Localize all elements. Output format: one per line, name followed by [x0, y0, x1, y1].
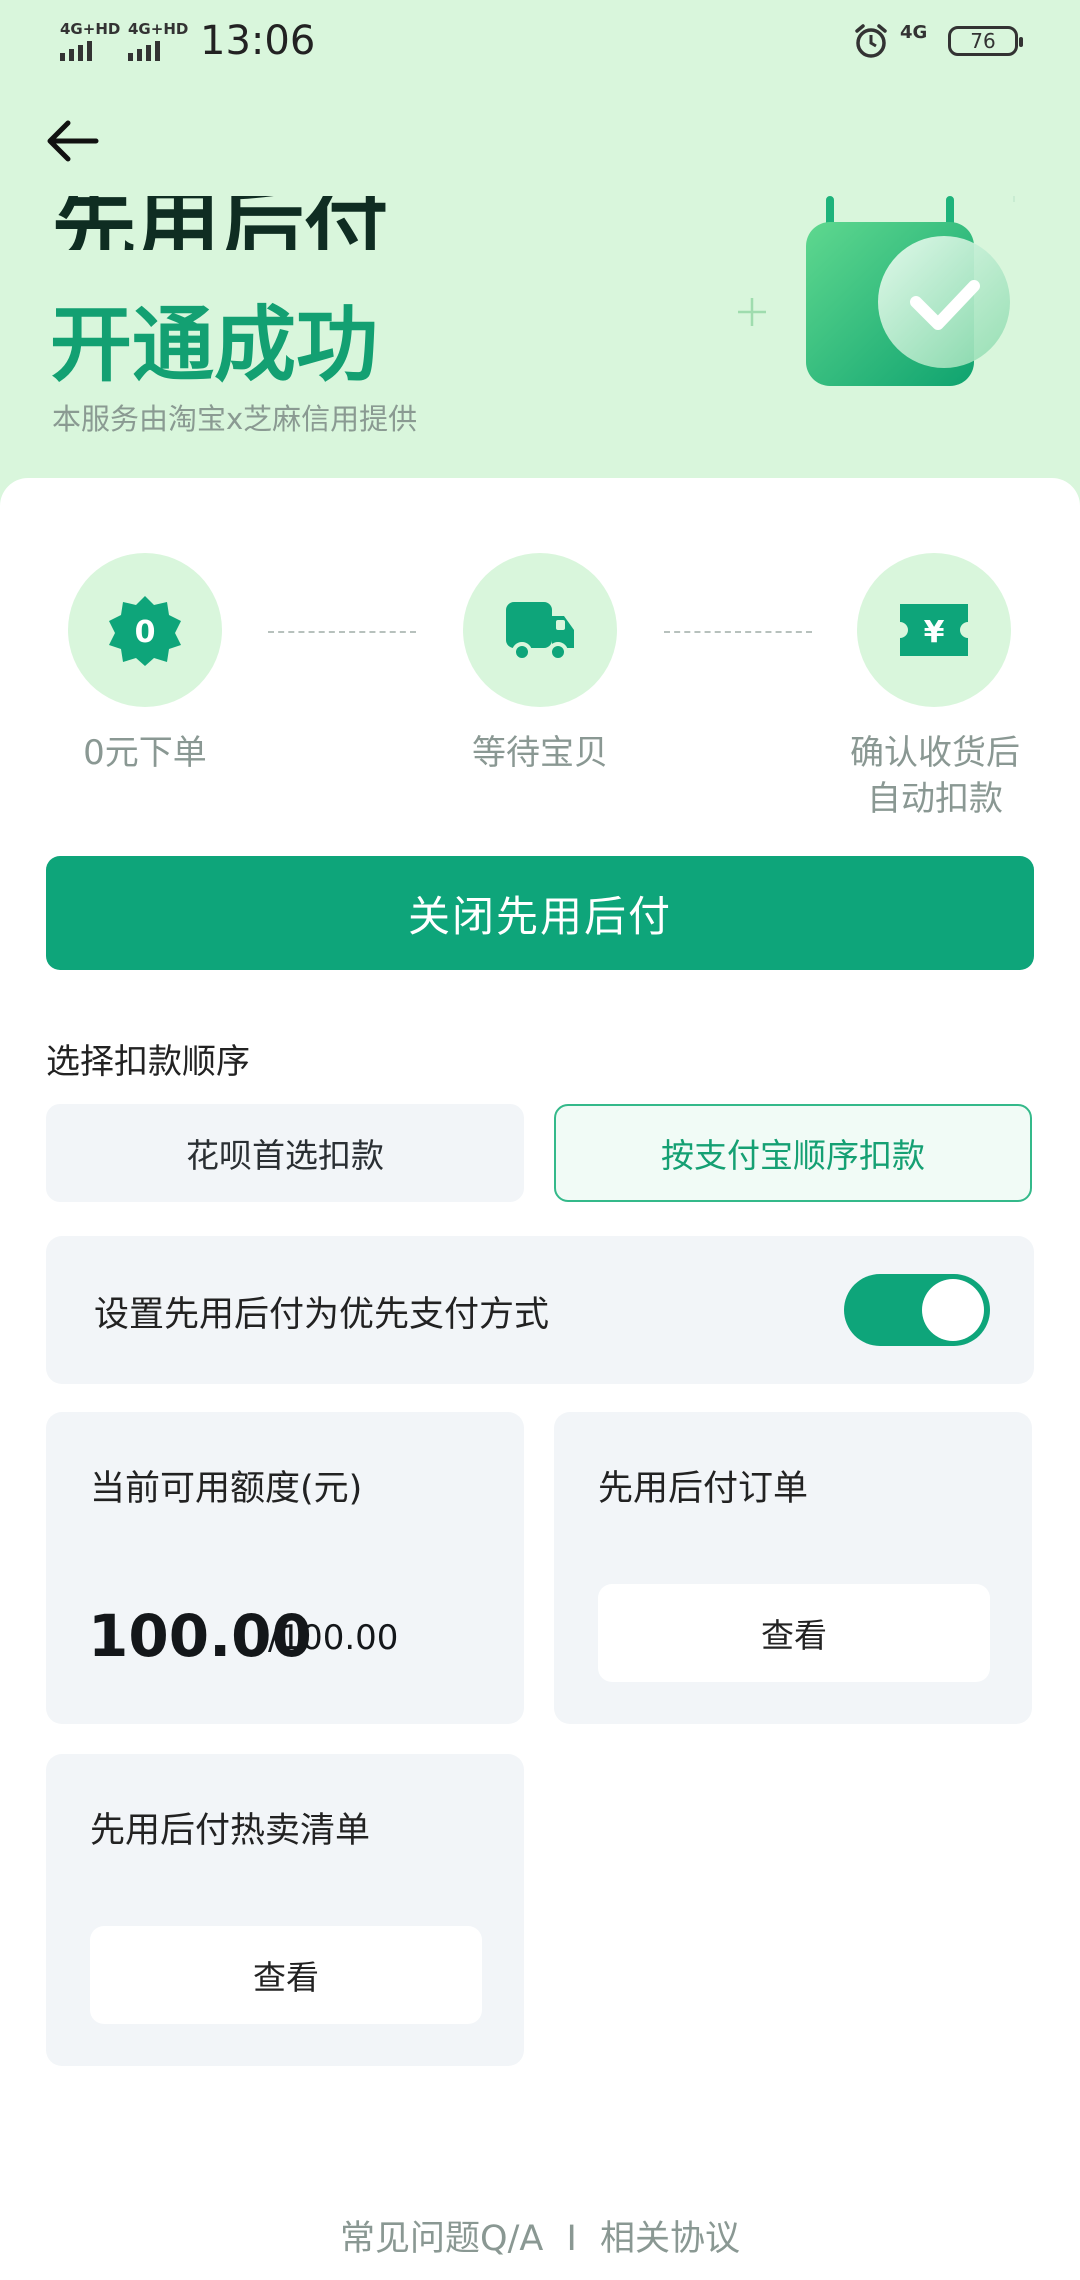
- step-connector-1: [268, 631, 416, 633]
- yuan-ticket-icon: ¥: [900, 604, 968, 656]
- battery-icon: 76: [948, 26, 1023, 56]
- page-title: 先用后付: [52, 196, 389, 250]
- signal-bars-icon: [60, 41, 120, 61]
- truck-icon: [506, 602, 574, 662]
- footer-separator: I: [566, 2219, 577, 2259]
- zero-badge-text: 0: [135, 615, 156, 650]
- hot-list-title: 先用后付热卖清单: [90, 1811, 371, 1851]
- signal-indicator-2: 4G+HD: [128, 20, 188, 61]
- huabei-first-option[interactable]: 花呗首选扣款: [46, 1104, 524, 1202]
- yuan-symbol: ¥: [924, 615, 945, 650]
- toggle-knob: [922, 1279, 984, 1341]
- step-connector-2: [664, 631, 812, 633]
- zero-badge-icon: 0: [109, 596, 181, 666]
- faq-link[interactable]: 常见问题Q/A: [340, 2219, 543, 2259]
- view-hot-list-button[interactable]: 查看: [90, 1926, 482, 2024]
- battery-level: 76: [970, 29, 996, 53]
- step-3-label-line2: 自动扣款: [867, 779, 1003, 819]
- alipay-order-option[interactable]: 按支付宝顺序扣款: [554, 1104, 1032, 1202]
- step-3-label-line1: 确认收货后: [850, 733, 1020, 773]
- view-orders-button[interactable]: 查看: [598, 1584, 990, 1682]
- step-1-label: 0元下单: [83, 733, 207, 773]
- priority-payment-row: 设置先用后付为优先支付方式: [46, 1236, 1034, 1384]
- signal-label-1: 4G+HD: [60, 20, 121, 38]
- priority-payment-toggle[interactable]: [844, 1274, 990, 1346]
- signal-indicator-1: 4G+HD: [60, 20, 120, 61]
- priority-payment-label: 设置先用后付为优先支付方式: [94, 1295, 550, 1335]
- sparkle-icon: [738, 298, 766, 326]
- provider-note: 本服务由淘宝x芝麻信用提供: [52, 402, 418, 436]
- total-credit: /100.00: [268, 1618, 399, 1658]
- shopping-bag-check-icon: [806, 196, 1015, 386]
- hot-list-tile: 先用后付热卖清单 查看: [46, 1754, 524, 2066]
- footer-links: 常见问题Q/A I 相关协议: [0, 2210, 1080, 2261]
- close-service-button[interactable]: 关闭先用后付: [46, 856, 1034, 970]
- alarm-clock-icon: [855, 24, 887, 58]
- agreements-link[interactable]: 相关协议: [600, 2219, 740, 2259]
- step-2-label: 等待宝贝: [472, 733, 608, 773]
- arrow-left-icon[interactable]: [44, 118, 100, 164]
- deduction-order-title: 选择扣款顺序: [46, 1042, 250, 1082]
- credit-limit-title: 当前可用额度(元): [90, 1469, 363, 1509]
- status-bar: 4G+HD 4G+HD 13:06 4G 76: [0, 0, 1080, 90]
- step-2-circle: [463, 553, 617, 707]
- credit-limit-tile: 当前可用额度(元) 100.00 /100.00: [46, 1412, 524, 1724]
- orders-title: 先用后付订单: [598, 1469, 809, 1509]
- network-type: 4G: [900, 22, 928, 43]
- orders-tile: 先用后付订单 查看: [554, 1412, 1032, 1724]
- page-title-clipped: 先用后付: [52, 196, 412, 250]
- signal-bars-icon: [128, 41, 188, 61]
- clock: 13:06: [200, 18, 316, 64]
- success-heading: 开通成功: [50, 298, 379, 393]
- signal-label-2: 4G+HD: [128, 20, 189, 38]
- step-3-circle: ¥: [857, 553, 1011, 707]
- step-1-circle: 0: [68, 553, 222, 707]
